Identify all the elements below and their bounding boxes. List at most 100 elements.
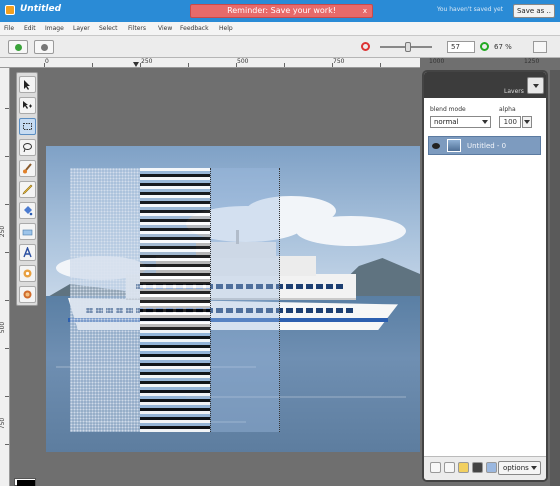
- paint-bucket-icon: [24, 206, 33, 216]
- ruler-tick: [5, 108, 9, 109]
- ruler-tick: [332, 63, 333, 67]
- rect-select-icon: [23, 123, 32, 130]
- threshold-filter-region: [140, 168, 210, 432]
- rect-select-tool[interactable]: [19, 118, 36, 135]
- layers-panel-footer: options: [424, 456, 546, 480]
- zoom-slider[interactable]: [380, 42, 432, 52]
- ruler-tick: [5, 156, 9, 157]
- undo-button[interactable]: [8, 40, 28, 54]
- ruler-tick: [5, 444, 9, 445]
- ruler-tick: [5, 348, 9, 349]
- blend-mode-select[interactable]: normal: [430, 116, 491, 128]
- pencil-tool[interactable]: [19, 181, 36, 198]
- layers-panel: Lavers blend mode alpha normal Untitled …: [422, 70, 548, 482]
- toolbar: 67 %: [0, 36, 560, 58]
- menu-feedback[interactable]: Feedback: [180, 25, 209, 32]
- document-title[interactable]: Untitled: [20, 4, 61, 14]
- new-layer-icon[interactable]: [430, 462, 441, 473]
- menu-help[interactable]: Help: [219, 25, 233, 32]
- ruler-tick: [5, 396, 9, 397]
- layer-options-button[interactable]: options: [498, 461, 541, 475]
- vertical-ruler: 250 500 750: [0, 68, 10, 486]
- menu-edit[interactable]: Edit: [24, 25, 36, 32]
- panel-menu-button[interactable]: [527, 77, 544, 94]
- ruler-tick: [92, 63, 93, 67]
- app-logo-icon: [5, 5, 15, 15]
- redo-button[interactable]: [34, 40, 54, 54]
- lock-layer-icon[interactable]: [458, 462, 469, 473]
- zoom-in-icon[interactable]: [480, 42, 489, 51]
- ruler-tick: [140, 63, 141, 67]
- save-as-button[interactable]: Save as ..: [513, 4, 555, 18]
- alpha-input[interactable]: [499, 116, 521, 128]
- ruler-tick: [284, 63, 285, 67]
- panel-scrollbar[interactable]: [550, 70, 560, 486]
- redo-icon: [41, 44, 48, 51]
- ruler-label: 750: [333, 58, 345, 65]
- brush-icon: [23, 163, 32, 174]
- chevron-down-icon: [533, 84, 539, 88]
- alpha-dropdown-button[interactable]: [522, 116, 532, 128]
- ruler-label: 250: [141, 58, 153, 65]
- zoom-input[interactable]: [447, 41, 475, 53]
- lasso-tool[interactable]: [19, 139, 36, 156]
- lasso-icon: [23, 143, 32, 153]
- image-canvas[interactable]: [46, 146, 420, 452]
- layer-item[interactable]: Untitled - 0: [428, 136, 541, 155]
- menu-file[interactable]: File: [4, 25, 14, 32]
- pencil-icon: [22, 184, 33, 195]
- menu-select[interactable]: Select: [99, 25, 118, 32]
- ruler-label: 500: [237, 58, 249, 65]
- ruler-label: 750: [0, 417, 7, 430]
- text-icon: [23, 247, 32, 258]
- mask-layer-icon[interactable]: [472, 462, 483, 473]
- ruler-tick: [236, 63, 237, 67]
- layer-name: Untitled - 0: [467, 142, 507, 150]
- alpha-label: alpha: [499, 106, 516, 113]
- zoom-out-icon[interactable]: [361, 42, 370, 51]
- menu-bar: File Edit Image Layer Select Filters Vie…: [0, 22, 560, 36]
- smudge-icon: [23, 290, 32, 299]
- foreground-color-swatch[interactable]: [17, 480, 35, 486]
- ruler-tick: [44, 63, 45, 67]
- stamp-tool[interactable]: [19, 265, 36, 282]
- ruler-label: 1000: [429, 58, 445, 65]
- delete-layer-icon[interactable]: [486, 462, 497, 473]
- duplicate-layer-icon[interactable]: [444, 462, 455, 473]
- menu-filters[interactable]: Filters: [128, 25, 146, 32]
- save-reminder-banner: Reminder: Save your work! x: [190, 4, 373, 18]
- eraser-icon: [22, 229, 33, 236]
- zoom-percent: 67 %: [494, 43, 512, 51]
- ruler-label: 500: [0, 321, 7, 334]
- fit-to-window-button[interactable]: [533, 41, 547, 53]
- ruler-tick: [5, 204, 9, 205]
- selection-region: [210, 168, 280, 432]
- move-icon: [23, 101, 32, 109]
- blend-mode-value: normal: [434, 118, 459, 126]
- horizontal-ruler: 0 250 500 750: [0, 58, 420, 68]
- undo-icon: [15, 44, 22, 51]
- text-tool[interactable]: [19, 244, 36, 261]
- stamp-icon: [23, 269, 32, 278]
- smudge-tool[interactable]: [19, 286, 36, 303]
- menu-view[interactable]: View: [158, 25, 172, 32]
- zoom-slider-thumb[interactable]: [405, 42, 412, 52]
- layers-panel-title: Lavers: [504, 88, 524, 95]
- fill-tool[interactable]: [19, 202, 36, 219]
- menu-layer[interactable]: Layer: [73, 25, 90, 32]
- ruler-label: 1250: [524, 58, 540, 65]
- close-icon[interactable]: x: [363, 5, 367, 17]
- eraser-tool[interactable]: [19, 223, 36, 240]
- move-tool[interactable]: [19, 97, 36, 114]
- ruler-tick: [188, 63, 189, 67]
- ruler-tick: [5, 252, 9, 253]
- layer-options-label: options: [503, 464, 529, 472]
- visibility-eye-icon[interactable]: [432, 143, 440, 149]
- ruler-tick: [380, 63, 381, 67]
- ruler-label: 0: [45, 58, 49, 65]
- menu-image[interactable]: Image: [45, 25, 64, 32]
- blend-mode-label: blend mode: [430, 106, 466, 113]
- chevron-down-icon: [524, 120, 530, 124]
- pointer-tool[interactable]: [19, 76, 36, 93]
- brush-tool[interactable]: [19, 160, 36, 177]
